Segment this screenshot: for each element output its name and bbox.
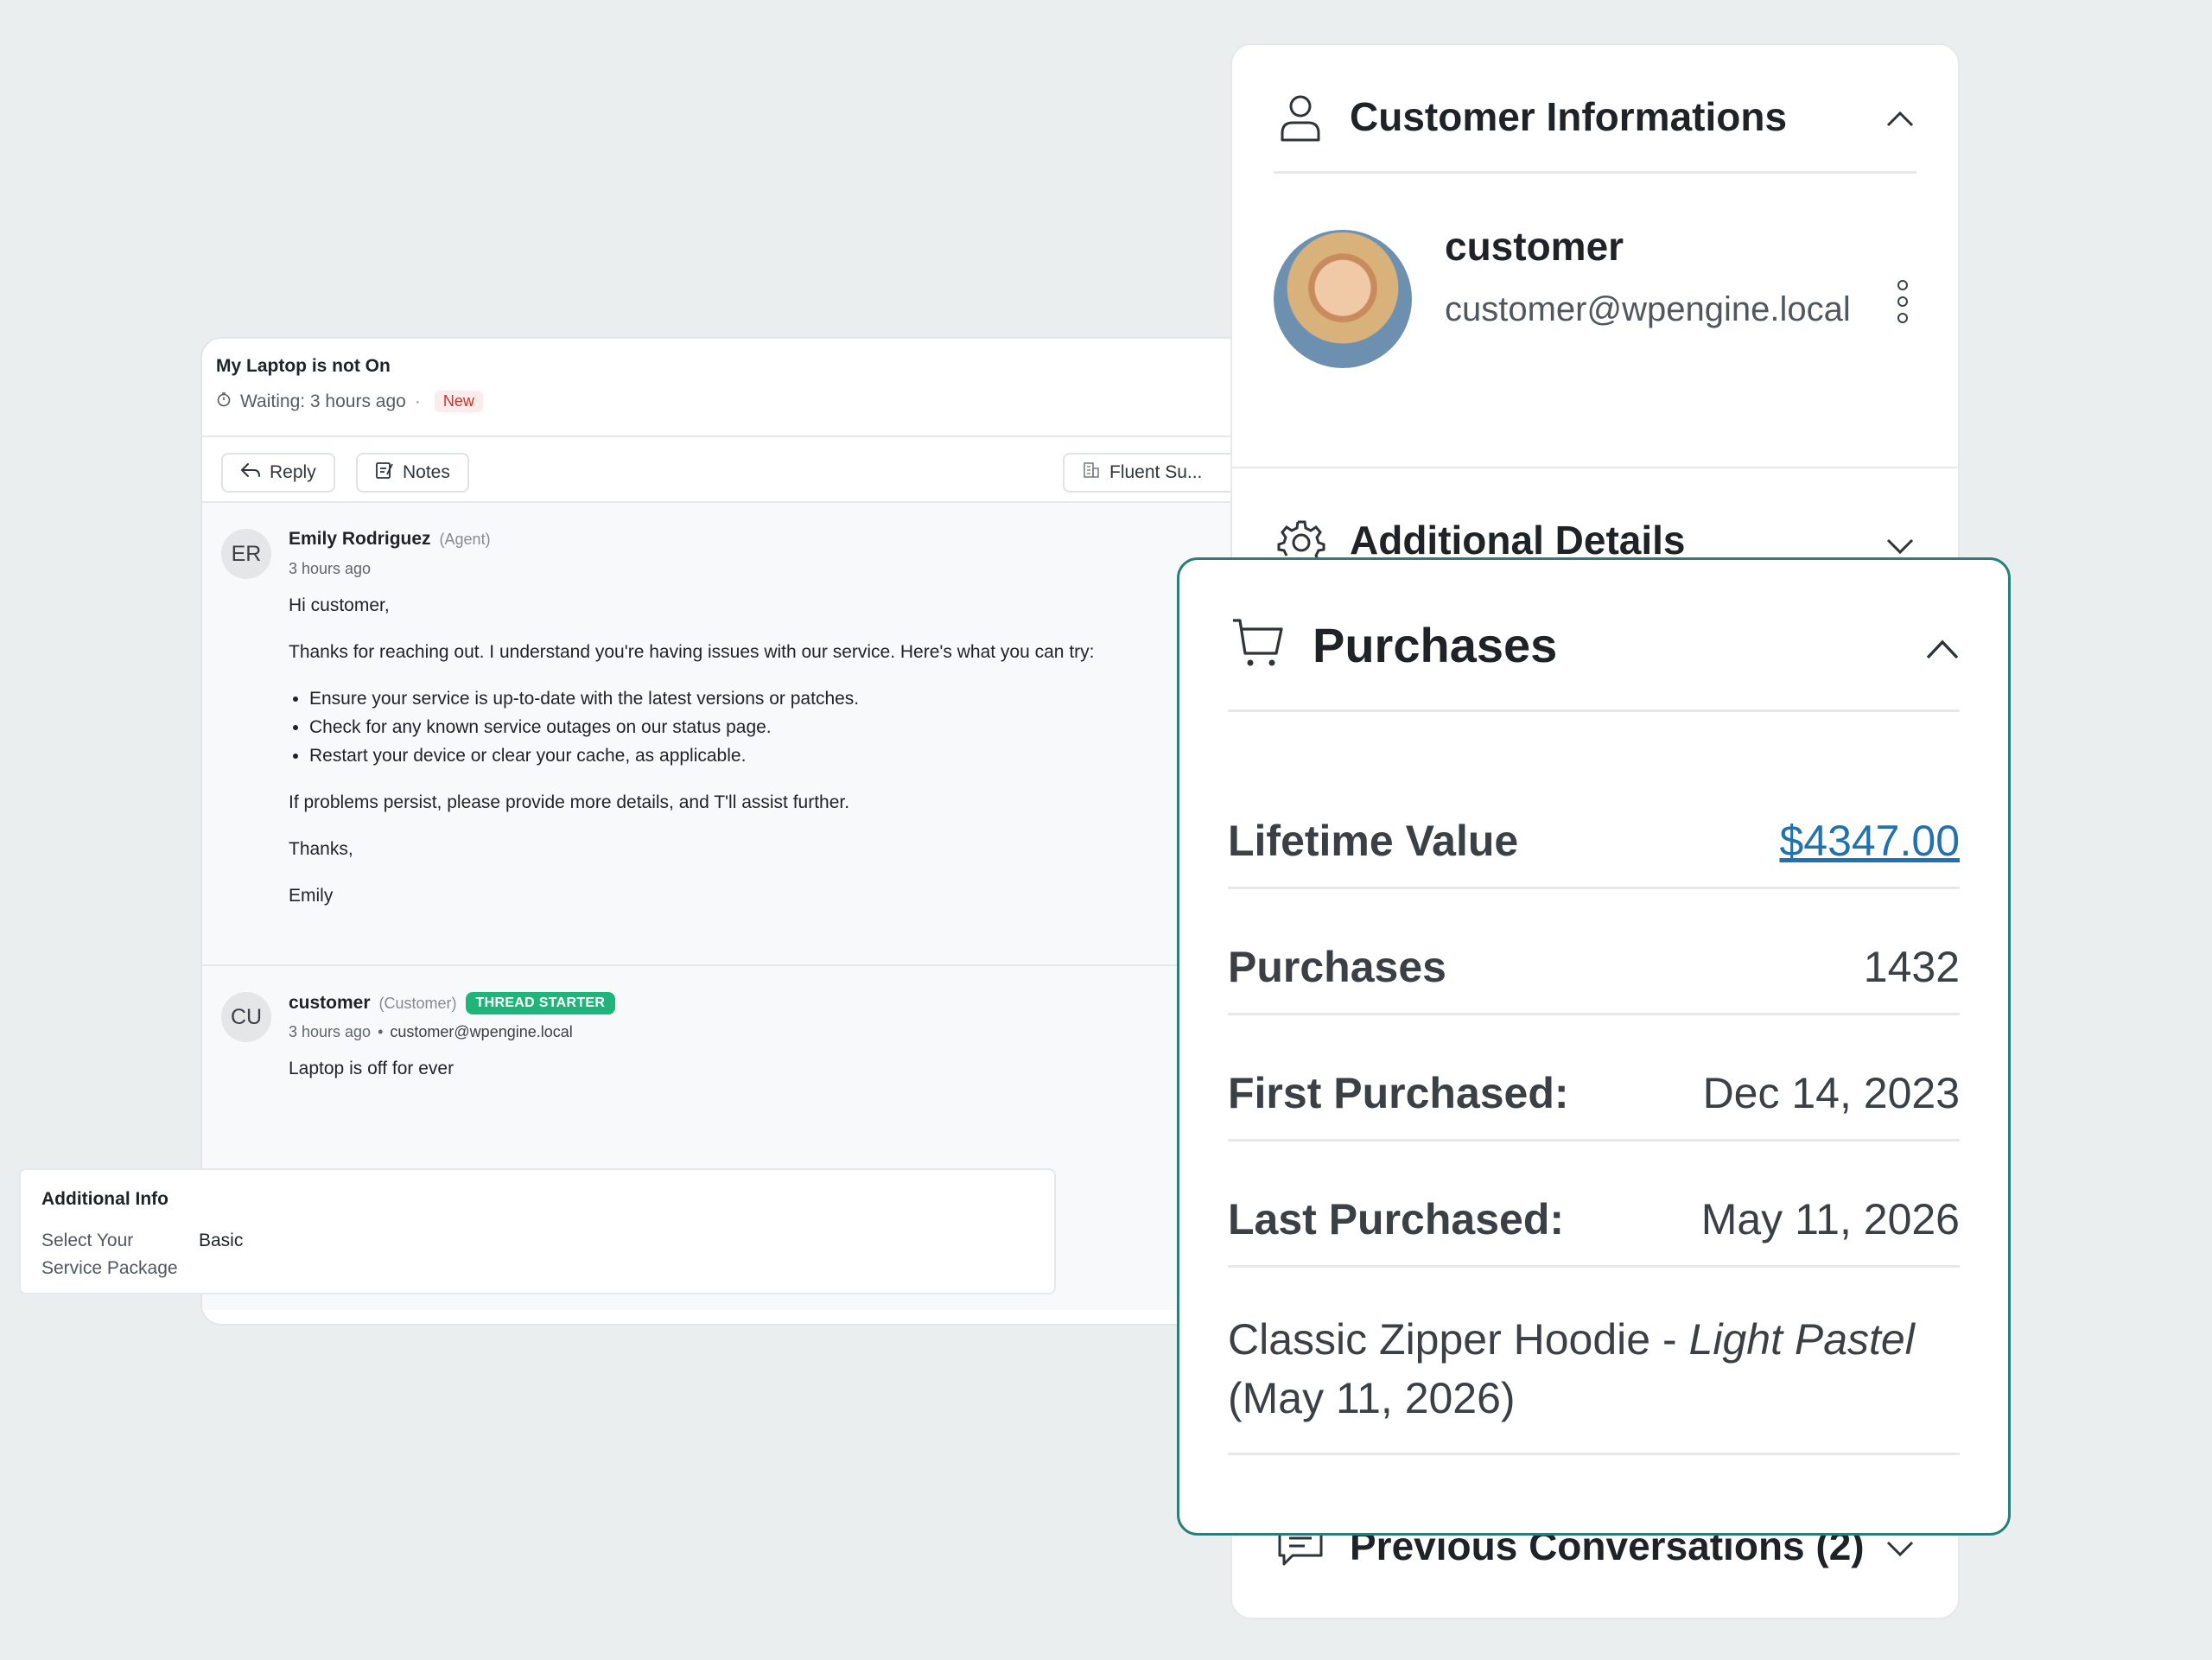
divider <box>1228 1453 1960 1455</box>
lifetime-value-label: Lifetime Value <box>1228 817 1519 865</box>
purchases-card: Purchases Lifetime Value $4347.00 Purcha… <box>1177 557 2011 1536</box>
notes-label: Notes <box>403 462 450 482</box>
reply-icon <box>240 461 261 484</box>
divider <box>1228 887 1960 889</box>
chevron-up-icon[interactable] <box>1925 638 1960 665</box>
author-name: customer <box>289 993 371 1013</box>
last-purchased-value: May 11, 2026 <box>1700 1195 1960 1243</box>
purchases-count-value: 1432 <box>1863 943 1960 991</box>
chevron-up-icon[interactable] <box>1885 109 1915 132</box>
message-signoff: Thanks, <box>289 839 353 859</box>
customer-info-title: Customer Informations <box>1350 94 1788 139</box>
message-intro: Thanks for reaching out. I understand yo… <box>289 642 1095 662</box>
stopwatch-icon <box>216 391 232 412</box>
ticket-toolbar: Reply Notes Fluent Su... <box>202 437 1274 503</box>
status-badge: New <box>434 391 483 412</box>
purchase-item-variant: Light Pastel <box>1688 1315 1915 1364</box>
additional-info-value: Basic <box>199 1231 244 1250</box>
purchase-item-date: (May 11, 2026) <box>1228 1374 1516 1422</box>
reply-label: Reply <box>270 462 316 482</box>
avatar: CU <box>221 992 271 1042</box>
customer-avatar <box>1274 230 1412 368</box>
divider <box>1228 1013 1960 1015</box>
message-closing: If problems persist, please provide more… <box>289 792 850 812</box>
list-item: Check for any known service outages on o… <box>309 713 1256 741</box>
mailbox-label: Fluent Su... <box>1109 462 1203 482</box>
message-body: Hi customer, Thanks for reaching out. I … <box>289 591 1256 910</box>
chevron-down-icon[interactable] <box>1885 1540 1915 1563</box>
message-time: 3 hours ago <box>289 1023 372 1040</box>
message-author: customer (Customer) THREAD STARTER <box>289 992 616 1014</box>
list-item: Restart your device or clear your cache,… <box>309 741 1256 770</box>
message-email[interactable]: customer@wpengine.local <box>390 1023 572 1041</box>
additional-info-label: Select Your Service Package <box>41 1231 178 1278</box>
message-bullet-list: Ensure your service is up-to-date with t… <box>289 684 1256 770</box>
more-options-icon[interactable] <box>1897 280 1908 323</box>
agent-message: ER Emily Rodriguez (Agent) 3 hours ago H… <box>202 503 1274 966</box>
purchases-count-row: Purchases 1432 <box>1228 904 1960 1030</box>
user-icon <box>1279 93 1322 146</box>
author-name: Emily Rodriguez <box>289 529 431 549</box>
message-body: Laptop is off for ever <box>289 1059 454 1078</box>
message-meta: 3 hours ago • customer@wpengine.local <box>289 1023 573 1041</box>
customer-name: customer <box>1445 224 1624 269</box>
divider <box>1274 171 1916 174</box>
purchases-title: Purchases <box>1313 618 1558 672</box>
first-purchased-row: First Purchased: Dec 14, 2023 <box>1228 1030 1960 1156</box>
message-time: 3 hours ago <box>289 560 372 577</box>
author-role: (Customer) <box>378 994 457 1012</box>
first-purchased-label: First Purchased: <box>1228 1069 1569 1117</box>
reply-button[interactable]: Reply <box>221 453 335 493</box>
ticket-header: My Laptop is not On Waiting: 3 hours ago… <box>202 339 1274 437</box>
avatar: ER <box>221 529 271 579</box>
divider <box>1228 709 1960 712</box>
first-purchased-value: Dec 14, 2023 <box>1702 1069 1960 1117</box>
meta-bullet: • <box>378 1023 384 1040</box>
last-purchased-label: Last Purchased: <box>1228 1195 1565 1243</box>
purchase-item-name: Classic Zipper Hoodie - <box>1228 1315 1689 1364</box>
message-author: Emily Rodriguez (Agent) <box>289 529 491 550</box>
meta-separator: · <box>414 391 421 411</box>
customer-message: CU customer (Customer) THREAD STARTER 3 … <box>202 966 1274 1167</box>
additional-details-title: Additional Details <box>1350 518 1686 563</box>
ticket-title: My Laptop is not On <box>216 356 391 376</box>
lifetime-value-link[interactable]: $4347.00 <box>1779 816 1960 866</box>
notes-button[interactable]: Notes <box>356 453 469 493</box>
author-role: (Agent) <box>439 530 491 548</box>
notes-icon <box>375 461 394 485</box>
divider <box>1228 1139 1960 1142</box>
lifetime-value-row: Lifetime Value $4347.00 <box>1228 778 1960 904</box>
divider <box>1228 1265 1960 1268</box>
message-signature: Emily <box>289 886 334 906</box>
purchases-count-label: Purchases <box>1228 943 1446 991</box>
ticket-meta: Waiting: 3 hours ago · New <box>216 391 483 412</box>
additional-info-title: Additional Info <box>41 1189 168 1209</box>
cart-icon <box>1231 615 1285 673</box>
list-item: Ensure your service is up-to-date with t… <box>309 684 1256 713</box>
customer-email[interactable]: customer@wpengine.local <box>1445 287 1859 332</box>
additional-info-card: Additional Info Select Your Service Pack… <box>19 1168 1056 1294</box>
message-greeting: Hi customer, <box>289 595 390 615</box>
last-purchased-row: Last Purchased: May 11, 2026 <box>1228 1156 1960 1282</box>
divider <box>1232 467 1958 468</box>
purchase-item: Classic Zipper Hoodie - Light Pastel (Ma… <box>1228 1310 1960 1428</box>
building-icon <box>1082 461 1101 485</box>
thread-starter-badge: THREAD STARTER <box>465 992 616 1014</box>
waiting-time: Waiting: 3 hours ago <box>240 391 406 411</box>
